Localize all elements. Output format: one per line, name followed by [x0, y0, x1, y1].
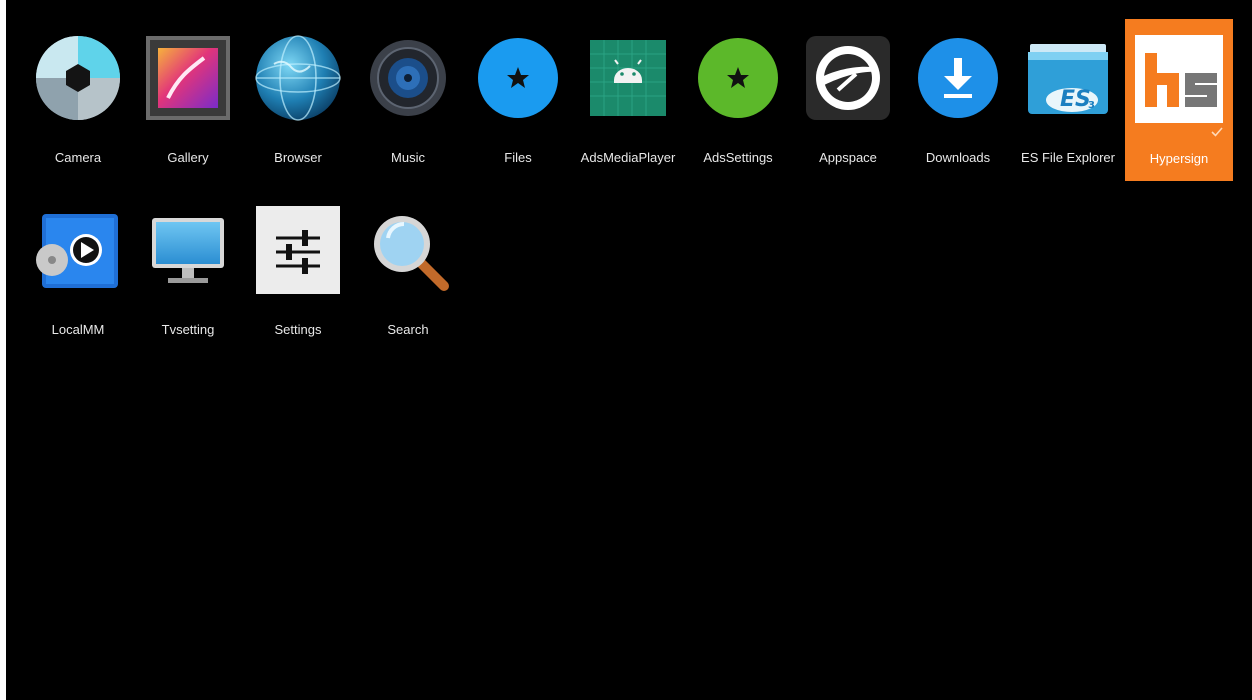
app-label: Camera [54, 150, 102, 165]
app-label: Browser [274, 150, 322, 165]
app-label: AdsMediaPlayer [580, 150, 676, 165]
localmm-play-icon [34, 206, 122, 294]
app-hypersign[interactable]: Hypersign [1125, 19, 1233, 181]
app-label: Settings [274, 322, 322, 337]
app-es-file-explorer[interactable]: ES 3 ES File Explorer [1014, 18, 1122, 180]
es-file-explorer-icon: ES 3 [1024, 34, 1112, 122]
app-label: Tvsetting [161, 322, 215, 337]
tv-monitor-icon [144, 206, 232, 294]
checkmark-icon [1211, 125, 1223, 137]
app-adssettings[interactable]: AdsSettings [684, 18, 792, 180]
sliders-icon [254, 206, 342, 294]
app-label: ES File Explorer [1021, 150, 1115, 165]
app-label: Search [387, 322, 429, 337]
app-downloads[interactable]: Downloads [904, 18, 1012, 180]
app-search[interactable]: Search [354, 190, 462, 352]
app-label: AdsSettings [703, 150, 773, 165]
star-icon [474, 34, 562, 122]
app-label: Gallery [167, 150, 209, 165]
screen-edge [0, 0, 6, 700]
download-icon [914, 34, 1002, 122]
app-label: Files [504, 150, 532, 165]
gallery-icon [144, 34, 232, 122]
app-browser[interactable]: Browser [244, 18, 352, 180]
app-label: Downloads [925, 150, 991, 165]
svg-text:ES: ES [1060, 87, 1091, 112]
hypersign-icon [1135, 35, 1223, 123]
svg-text:3: 3 [1088, 100, 1095, 111]
magnifier-icon [364, 206, 452, 294]
app-label: Appspace [819, 150, 877, 165]
app-tvsetting[interactable]: Tvsetting [134, 190, 242, 352]
app-label: Hypersign [1149, 151, 1209, 166]
app-gallery[interactable]: Gallery [134, 18, 242, 180]
app-label: Music [391, 150, 425, 165]
android-icon [584, 34, 672, 122]
app-appspace[interactable]: Appspace [794, 18, 902, 180]
app-camera[interactable]: Camera [24, 18, 132, 180]
app-music[interactable]: Music [354, 18, 462, 180]
app-launcher-screen: Camera Gallery Browser Music Files AdsMe… [0, 0, 1252, 700]
browser-globe-icon [254, 34, 342, 122]
app-files[interactable]: Files [464, 18, 572, 180]
app-adsmediaplayer[interactable]: AdsMediaPlayer [574, 18, 682, 180]
app-settings[interactable]: Settings [244, 190, 352, 352]
appspace-icon [804, 34, 892, 122]
app-label: LocalMM [51, 322, 105, 337]
app-localmm[interactable]: LocalMM [24, 190, 132, 352]
star-icon [694, 34, 782, 122]
camera-icon [34, 34, 122, 122]
music-speaker-icon [364, 34, 452, 122]
